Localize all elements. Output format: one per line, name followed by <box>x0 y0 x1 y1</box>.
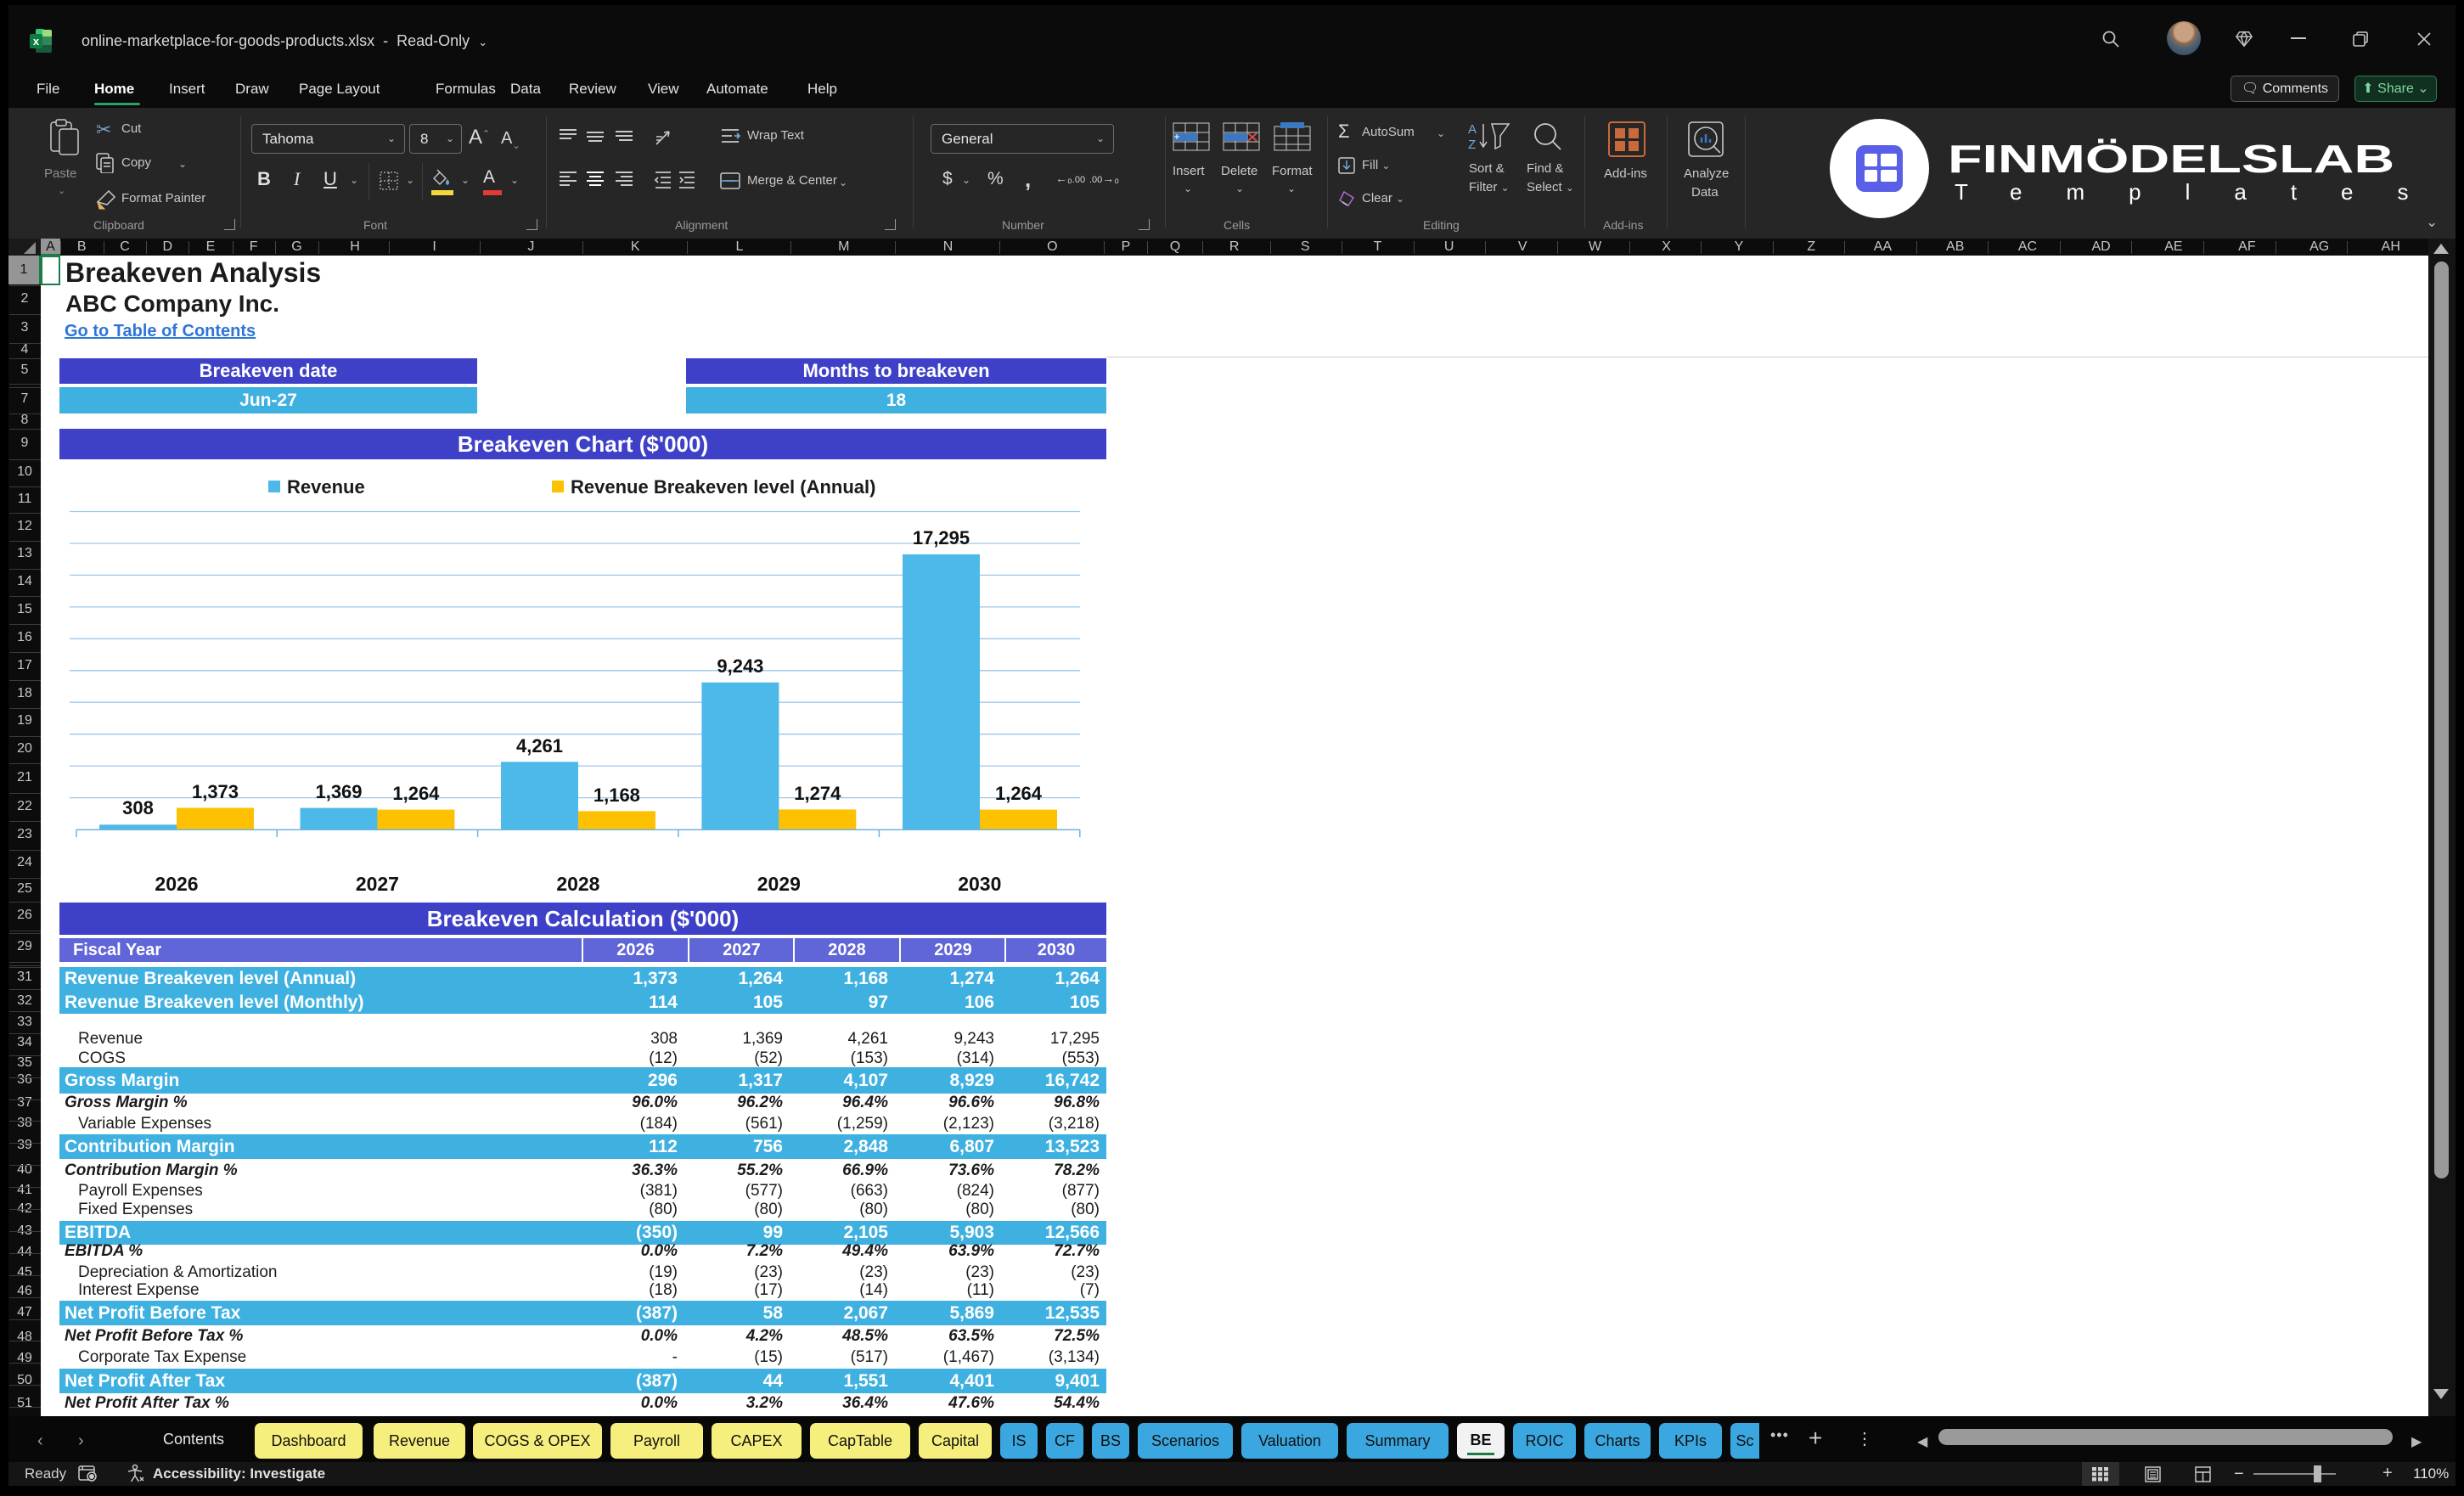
svg-text:2027: 2027 <box>356 873 399 895</box>
svg-text:1,369: 1,369 <box>315 781 362 802</box>
svg-text:1,373: 1,373 <box>192 781 239 802</box>
svg-text:x: x <box>33 35 40 48</box>
svg-text:9,243: 9,243 <box>717 655 763 677</box>
svg-text:1,168: 1,168 <box>593 785 640 806</box>
svg-text:1,264: 1,264 <box>392 783 440 804</box>
svg-text:2029: 2029 <box>757 873 801 895</box>
svg-text:2026: 2026 <box>155 873 198 895</box>
svg-text:A: A <box>1468 122 1477 137</box>
svg-text:4,261: 4,261 <box>516 735 563 756</box>
svg-text:2028: 2028 <box>556 873 599 895</box>
svg-text:Z: Z <box>1468 138 1476 151</box>
svg-text:308: 308 <box>122 797 154 818</box>
svg-text:1,274: 1,274 <box>794 783 841 804</box>
svg-text:2030: 2030 <box>958 873 1001 895</box>
svg-text:1,264: 1,264 <box>995 783 1043 804</box>
svg-text:17,295: 17,295 <box>913 527 970 548</box>
